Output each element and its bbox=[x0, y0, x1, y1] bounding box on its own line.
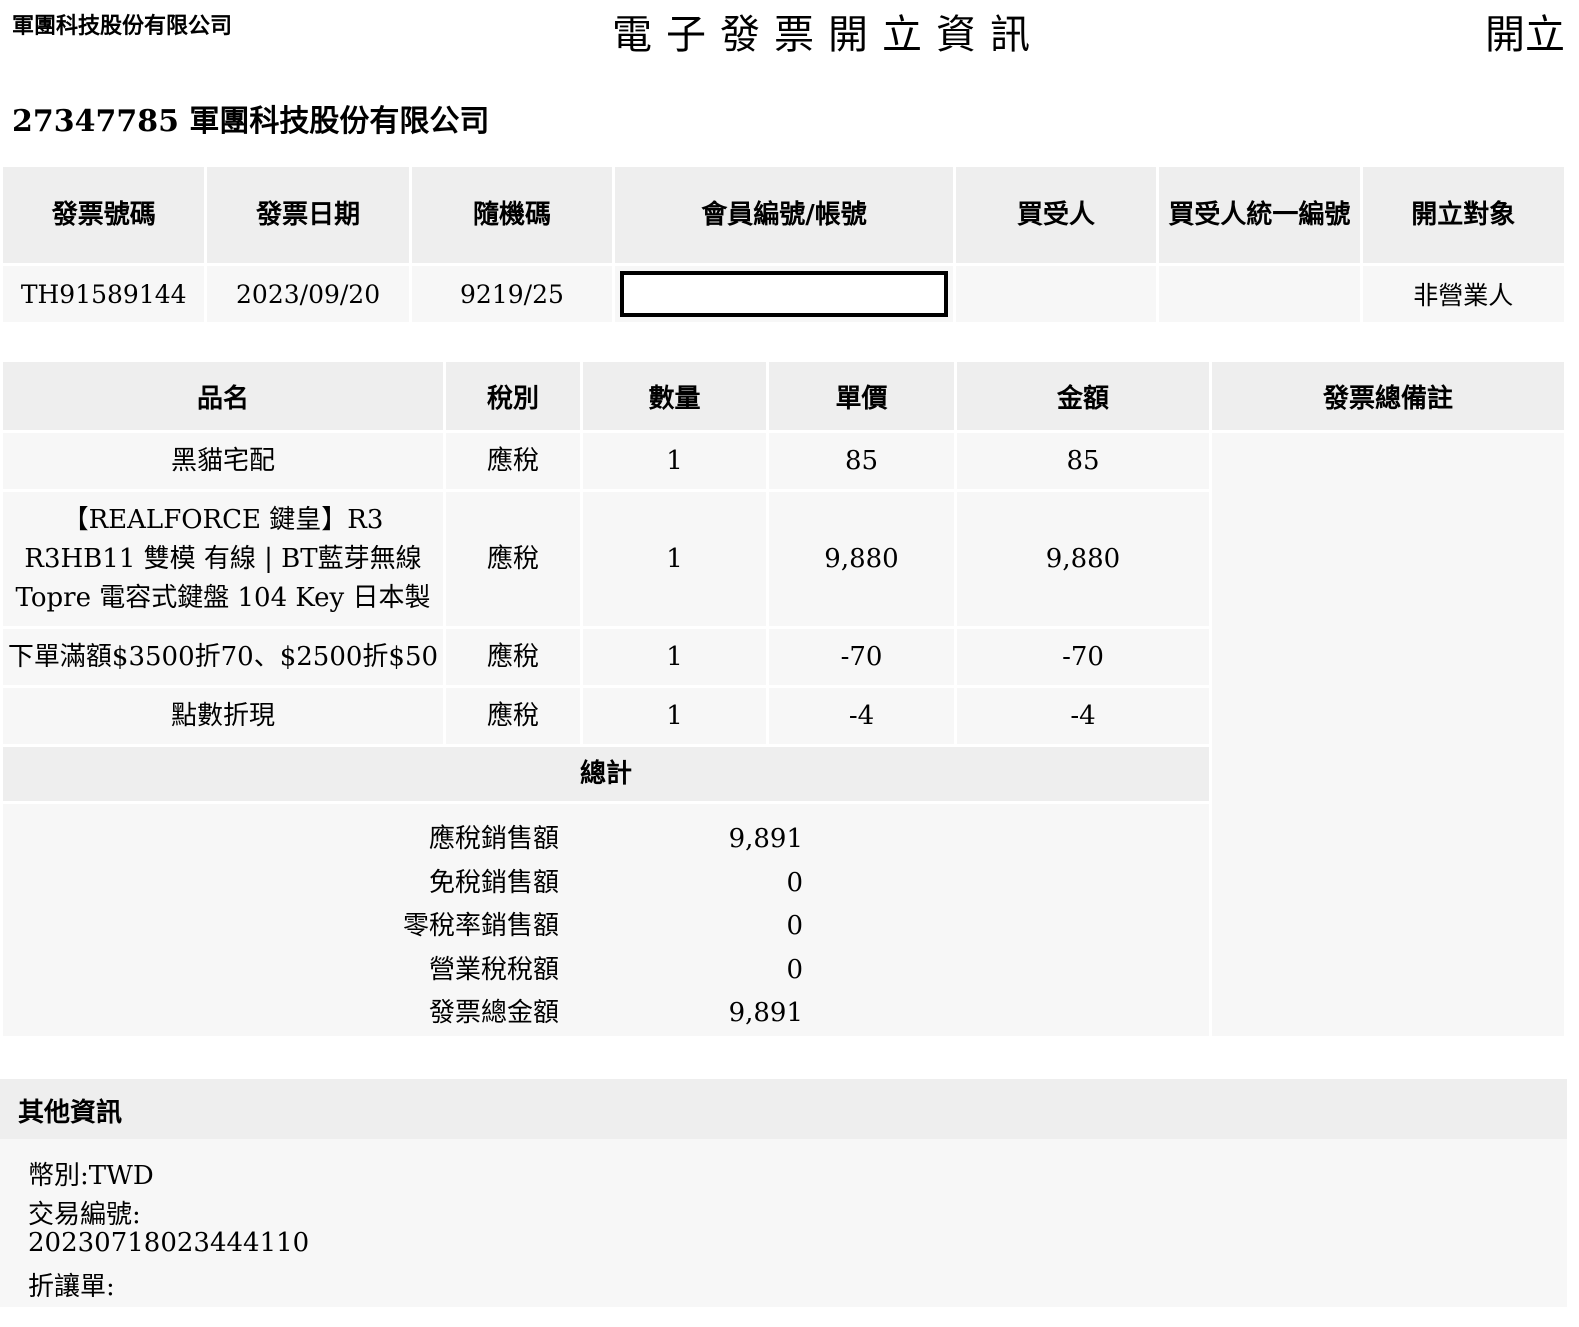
item-amount: -4 bbox=[957, 688, 1209, 744]
total-line-taxable-sales: 應稅銷售額 9,891 bbox=[3, 814, 1209, 858]
item-tax: 應稅 bbox=[446, 629, 580, 685]
totals-section: 應稅銷售額 9,891 免稅銷售額 0 零稅率銷售額 0 營業稅稅額 0 發票總… bbox=[3, 804, 1209, 1036]
header-buyer: 買受人 bbox=[955, 167, 1157, 263]
other-info-section: 幣別:TWD 交易編號: 20230718023444110 折讓單: bbox=[0, 1139, 1567, 1307]
recipient-type: 非營業人 bbox=[1362, 266, 1564, 322]
total-value: 9,891 bbox=[728, 824, 803, 854]
total-line-invoice-total: 發票總金額 9,891 bbox=[3, 988, 1209, 1032]
item-name: 點數折現 bbox=[3, 688, 443, 744]
header-quantity: 數量 bbox=[583, 362, 766, 430]
header-invoice-number: 發票號碼 bbox=[3, 167, 205, 263]
total-label: 發票總金額 bbox=[428, 998, 559, 1028]
invoice-data-row: TH91589144 2023/09/20 9219/25 非營業人 bbox=[3, 266, 1564, 322]
total-value: 0 bbox=[786, 867, 803, 898]
total-line-zero-rate-sales: 零稅率銷售額 0 bbox=[3, 901, 1209, 945]
total-label: 免稅銷售額 bbox=[428, 867, 559, 898]
item-amount: 9,880 bbox=[957, 492, 1209, 626]
transaction-label: 交易編號: bbox=[28, 1200, 141, 1230]
item-name: 【REALFORCE 鍵皇】R3 R3HB11 雙模 有線 | BT藍芽無線 T… bbox=[3, 492, 443, 626]
random-code: 9219/25 bbox=[411, 266, 613, 322]
item-qty: 1 bbox=[583, 688, 766, 744]
seller-info: 27347785 軍團科技股份有限公司 bbox=[12, 104, 490, 139]
header-random-code: 隨機碼 bbox=[411, 167, 613, 263]
item-name: 黑貓宅配 bbox=[3, 433, 443, 489]
other-info-title: 其他資訊 bbox=[18, 1098, 123, 1128]
item-price: 9,880 bbox=[769, 492, 954, 626]
item-tax: 應稅 bbox=[446, 492, 580, 626]
item-name: 下單滿額$3500折70、$2500折$50 bbox=[3, 629, 443, 685]
header-invoice-date: 發票日期 bbox=[207, 167, 409, 263]
member-id-cell bbox=[615, 266, 953, 322]
item-amount: -70 bbox=[957, 629, 1209, 685]
item-qty: 1 bbox=[583, 433, 766, 489]
header-recipient-type: 開立對象 bbox=[1362, 167, 1564, 263]
invoice-note bbox=[1212, 433, 1564, 1036]
total-line-tax-free-sales: 免稅銷售額 0 bbox=[3, 858, 1209, 902]
page-title: 電子發票開立資訊 bbox=[612, 12, 1044, 58]
items-header-row: 品名 稅別 數量 單價 金額 發票總備註 bbox=[3, 362, 1564, 430]
total-value: 0 bbox=[786, 954, 803, 985]
member-id-redacted bbox=[619, 271, 948, 317]
header-member-id: 會員編號/帳號 bbox=[615, 167, 953, 263]
header-tax-type: 稅別 bbox=[446, 362, 580, 430]
total-line-business-tax: 營業稅稅額 0 bbox=[3, 945, 1209, 989]
company-name-header: 軍團科技股份有限公司 bbox=[12, 14, 233, 39]
header-buyer-tax-id: 買受人統一編號 bbox=[1159, 167, 1360, 263]
item-amount: 85 bbox=[957, 433, 1209, 489]
invoice-date: 2023/09/20 bbox=[207, 266, 409, 322]
invoice-info-table: 發票號碼 發票日期 隨機碼 會員編號/帳號 買受人 買受人統一編號 開立對象 T… bbox=[0, 164, 1567, 325]
buyer-tax-id bbox=[1159, 266, 1360, 322]
header-amount: 金額 bbox=[957, 362, 1209, 430]
totals-title: 總計 bbox=[3, 747, 1209, 801]
transaction-id: 20230718023444110 bbox=[28, 1228, 310, 1258]
header-unit-price: 單價 bbox=[769, 362, 954, 430]
items-table: 品名 稅別 數量 單價 金額 發票總備註 黑貓宅配 應稅 1 85 85 【RE… bbox=[0, 359, 1567, 1039]
item-price: -4 bbox=[769, 688, 954, 744]
currency: 幣別:TWD bbox=[28, 1161, 154, 1191]
invoice-status: 開立 bbox=[1485, 12, 1565, 58]
buyer bbox=[955, 266, 1157, 322]
item-price: -70 bbox=[769, 629, 954, 685]
item-tax: 應稅 bbox=[446, 688, 580, 744]
item-tax: 應稅 bbox=[446, 433, 580, 489]
invoice-number: TH91589144 bbox=[3, 266, 205, 322]
table-row: 黑貓宅配 應稅 1 85 85 bbox=[3, 433, 1564, 1036]
other-info-header: 其他資訊 bbox=[0, 1079, 1567, 1139]
invoice-header-row: 發票號碼 發票日期 隨機碼 會員編號/帳號 買受人 買受人統一編號 開立對象 bbox=[3, 167, 1564, 263]
total-value: 0 bbox=[786, 911, 803, 941]
item-qty: 1 bbox=[583, 629, 766, 685]
header-item-name: 品名 bbox=[3, 362, 443, 430]
item-qty: 1 bbox=[583, 492, 766, 626]
total-value: 9,891 bbox=[728, 998, 803, 1028]
total-label: 應稅銷售額 bbox=[428, 824, 559, 854]
total-label: 零稅率銷售額 bbox=[402, 911, 559, 941]
header-invoice-note: 發票總備註 bbox=[1212, 362, 1564, 430]
total-label: 營業稅稅額 bbox=[428, 954, 559, 985]
discount-note-label: 折讓單: bbox=[28, 1272, 115, 1302]
item-price: 85 bbox=[769, 433, 954, 489]
